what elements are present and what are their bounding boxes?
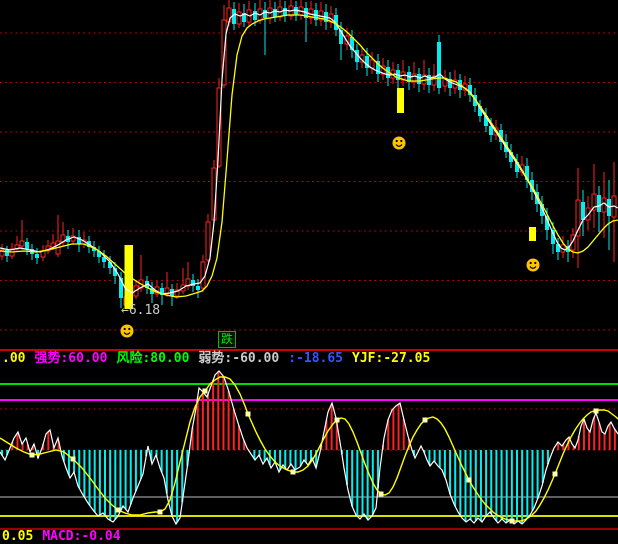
fall-tag-label: 跌	[218, 331, 236, 348]
smiley-icon	[393, 137, 406, 150]
indicator-value: 0.05	[2, 530, 33, 543]
macd-histogram	[1, 372, 616, 524]
indicator-value: 风险:80.00	[116, 352, 189, 365]
stock-chart-window: ←6.18 跌 .00 强势:60.00 风险:80.00 弱势:-60.00 :-18…	[0, 0, 618, 544]
price-gridlines	[0, 33, 618, 330]
price-ma-lines	[0, 10, 618, 297]
indicator-value: 弱势:-60.00	[198, 352, 279, 365]
indicator-value: .00	[2, 352, 25, 365]
indicator-value: MACD:-0.04	[42, 530, 120, 543]
smiley-icon	[527, 259, 540, 272]
oscillator-levels	[0, 384, 618, 529]
chart-canvas	[0, 0, 618, 544]
indicator-header: .00 强势:60.00 风险:80.00 弱势:-60.00 :-18.65 YJF:-…	[2, 352, 430, 365]
smiley-icons	[121, 137, 540, 338]
indicator-value: :-18.65	[288, 352, 343, 365]
smiley-icon	[121, 325, 134, 338]
low-price-label: ←6.18	[121, 304, 160, 317]
indicator-value: YJF:-27.05	[352, 352, 430, 365]
candles	[0, 0, 616, 309]
indicator-value: 强势:60.00	[34, 352, 107, 365]
oscillator-lines	[0, 371, 618, 524]
macd-footer: 0.05 MACD:-0.04	[2, 530, 121, 543]
signal-marker-bars	[125, 88, 537, 309]
